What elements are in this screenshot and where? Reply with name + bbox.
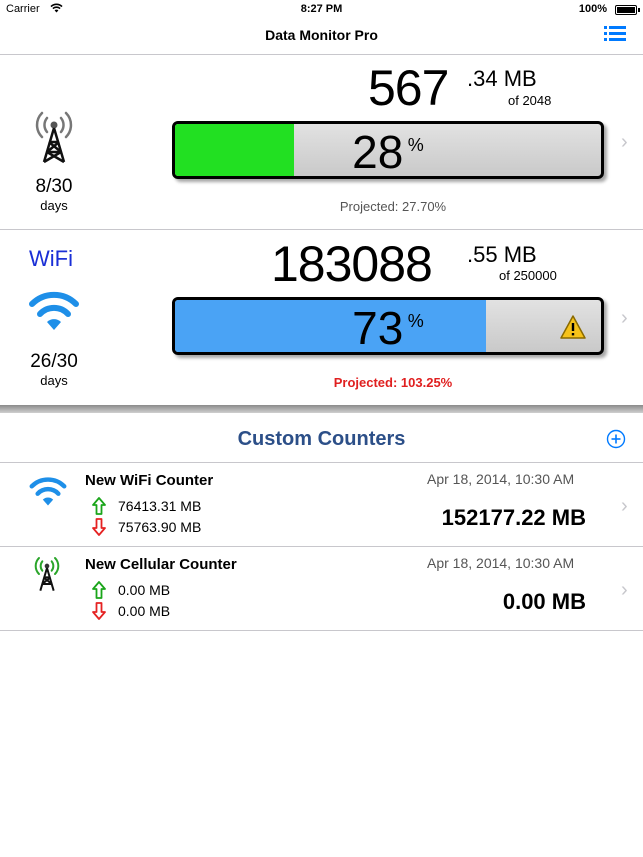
counter-wifi-icon xyxy=(28,473,68,512)
wifi-percent: 73 xyxy=(352,302,404,354)
section-separator xyxy=(0,229,643,230)
counter-name: New Cellular Counter xyxy=(85,556,237,573)
wifi-chevron-icon[interactable]: › xyxy=(621,308,628,328)
nav-title: Data Monitor Pro xyxy=(265,27,378,43)
clock: 8:27 PM xyxy=(300,3,343,15)
counter-download: 75763.90 MB xyxy=(118,519,202,535)
wifi-percent-sign: % xyxy=(407,311,424,331)
counter-row-cellular[interactable]: New Cellular Counter Apr 18, 2014, 10:30… xyxy=(0,547,643,630)
counter-row-wifi[interactable]: New WiFi Counter Apr 18, 2014, 10:30 AM … xyxy=(0,463,643,546)
counter-divider-bottom xyxy=(0,630,643,631)
wifi-days-label: days xyxy=(40,373,68,388)
cell-percent-sign: % xyxy=(407,135,424,155)
cell-usage-bar: 28 % xyxy=(172,121,604,179)
counter-chevron-icon[interactable]: › xyxy=(621,580,628,600)
cell-quota: of 2048 xyxy=(508,93,552,108)
counter-total: 152177.22 MB xyxy=(441,505,586,530)
cell-chevron-icon[interactable]: › xyxy=(621,132,628,152)
wifi-label: WiFi xyxy=(29,246,73,271)
nav-divider xyxy=(0,54,643,55)
custom-counters-title: Custom Counters xyxy=(237,428,406,450)
cell-percent-wrap: 28 % xyxy=(175,129,601,175)
upload-arrow-icon xyxy=(92,581,106,604)
counter-cell-tower-icon xyxy=(31,555,63,598)
wifi-icon xyxy=(27,286,81,337)
counter-date: Apr 18, 2014, 10:30 AM xyxy=(427,471,575,487)
wifi-quota: of 250000 xyxy=(499,268,557,283)
counter-chevron-icon[interactable]: › xyxy=(621,496,628,516)
wifi-percent-wrap: 73 % xyxy=(175,305,601,351)
cell-days: 8/30 xyxy=(35,176,73,197)
cell-days-label: days xyxy=(40,198,68,213)
wifi-days: 26/30 xyxy=(30,351,78,372)
wifi-unit: MB xyxy=(503,242,537,267)
cell-percent: 28 xyxy=(352,126,404,178)
section-divider xyxy=(0,405,643,413)
wifi-usage-bar: 73 % xyxy=(172,297,604,355)
wifi-projected: Projected: 103.25% xyxy=(333,375,453,390)
cell-projected: Projected: 27.70% xyxy=(339,199,447,214)
counter-date: Apr 18, 2014, 10:30 AM xyxy=(427,555,575,571)
battery-percent: 100% xyxy=(578,3,607,15)
download-arrow-icon xyxy=(92,602,106,625)
status-bar: Carrier 8:27 PM 100% xyxy=(0,0,643,20)
battery-icon xyxy=(615,5,640,15)
cell-unit: MB xyxy=(503,66,537,91)
download-arrow-icon xyxy=(92,518,106,541)
counter-total: 0.00 MB xyxy=(502,589,586,614)
counter-download: 0.00 MB xyxy=(118,603,171,619)
cell-decimal: .34 xyxy=(467,66,498,91)
cell-tower-icon xyxy=(30,110,78,169)
counter-name: New WiFi Counter xyxy=(85,472,214,489)
warning-icon xyxy=(560,315,586,344)
wifi-decimal: .55 xyxy=(467,242,498,267)
wifi-usage-value: 183088 xyxy=(271,236,433,292)
counter-upload: 76413.31 MB xyxy=(118,498,202,514)
cell-usage-decimal: .34 MB xyxy=(467,68,537,90)
wifi-usage-decimal: .55 MB xyxy=(467,244,537,266)
upload-arrow-icon xyxy=(92,497,106,520)
list-menu-icon[interactable] xyxy=(604,26,626,42)
counter-upload: 0.00 MB xyxy=(118,582,171,598)
add-counter-icon[interactable] xyxy=(606,429,626,454)
cell-usage-value: 567 xyxy=(368,60,449,116)
